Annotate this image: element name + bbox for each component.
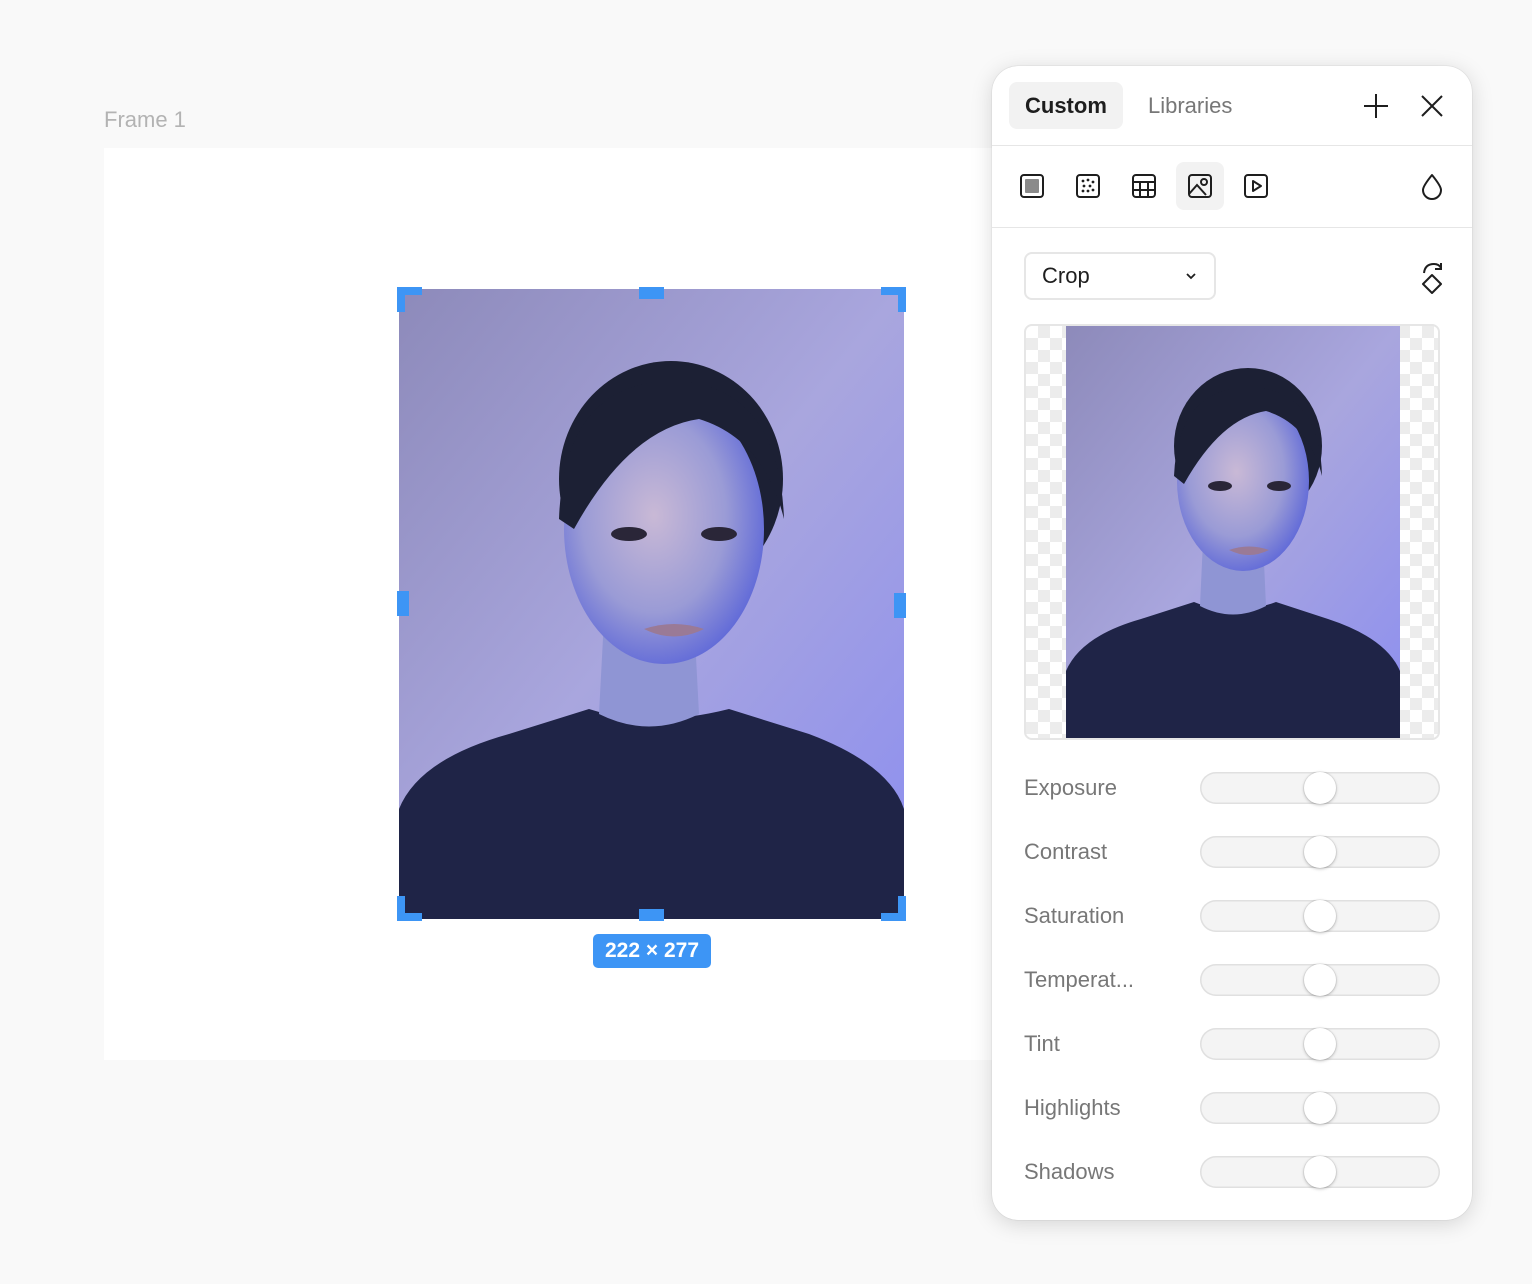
adjustment-slider[interactable]: [1200, 836, 1440, 868]
adjustment-label: Saturation: [1024, 903, 1125, 928]
noise-fill-icon[interactable]: [1064, 162, 1112, 210]
resize-handle-top-left[interactable]: [397, 287, 422, 312]
adjustment-label: Tint: [1024, 1031, 1060, 1056]
adjustment-slider[interactable]: [1200, 1156, 1440, 1188]
adjustment-row: Contrast: [1024, 836, 1440, 900]
adjustment-row: Exposure: [1024, 772, 1440, 836]
slider-handle[interactable]: [1304, 1092, 1336, 1124]
resize-handle-bottom-left[interactable]: [397, 896, 422, 921]
pattern-fill-icon[interactable]: [1120, 162, 1168, 210]
adjustment-slider[interactable]: [1200, 772, 1440, 804]
fill-type-toolbar: [992, 146, 1472, 228]
slider-handle[interactable]: [1304, 1028, 1336, 1060]
adjustment-label: Exposure: [1024, 775, 1117, 800]
frame-label[interactable]: Frame 1: [104, 107, 186, 133]
preview-image: [1066, 326, 1400, 738]
adjustment-slider[interactable]: [1200, 1028, 1440, 1060]
rotate-icon[interactable]: [1417, 260, 1447, 294]
slider-handle[interactable]: [1304, 836, 1336, 868]
resize-handle-top-right[interactable]: [881, 287, 906, 312]
adjustment-slider[interactable]: [1200, 964, 1440, 996]
drop-icon[interactable]: [1408, 162, 1456, 210]
adjustments-list: Exposure Contrast Saturation Temperat... Tin…: [1024, 772, 1440, 1220]
adjustment-label: Contrast: [1024, 839, 1108, 864]
video-fill-icon[interactable]: [1232, 162, 1280, 210]
plus-icon[interactable]: [1361, 91, 1391, 121]
adjustment-label: Highlights: [1024, 1095, 1121, 1120]
adjustment-row: Saturation: [1024, 900, 1440, 964]
fill-panel: Custom Libraries Crop Exposure Contrast …: [992, 66, 1472, 1220]
solid-fill-icon[interactable]: [1008, 162, 1056, 210]
image-preview[interactable]: [1024, 324, 1440, 740]
tab-libraries[interactable]: Libraries: [1132, 82, 1248, 129]
resize-handle-left[interactable]: [397, 591, 409, 616]
resize-handle-bottom-right[interactable]: [881, 896, 906, 921]
tab-custom[interactable]: Custom: [1009, 82, 1123, 129]
panel-header: Custom Libraries: [992, 66, 1472, 146]
image-mode-value: Crop: [1042, 263, 1090, 288]
adjustment-row: Tint: [1024, 1028, 1440, 1092]
size-badge: 222 × 277: [593, 934, 711, 968]
resize-handle-right[interactable]: [894, 593, 906, 618]
adjustment-row: Temperat...: [1024, 964, 1440, 1028]
adjustment-slider[interactable]: [1200, 900, 1440, 932]
resize-handle-top[interactable]: [639, 287, 664, 299]
slider-handle[interactable]: [1304, 964, 1336, 996]
adjustment-row: Highlights: [1024, 1092, 1440, 1156]
slider-handle[interactable]: [1304, 1156, 1336, 1188]
portrait-image: [399, 289, 904, 919]
chevron-down-icon: [1186, 273, 1196, 280]
adjustment-label: Temperat...: [1024, 967, 1135, 992]
adjustment-label: Shadows: [1024, 1159, 1115, 1184]
slider-handle[interactable]: [1304, 900, 1336, 932]
slider-handle[interactable]: [1304, 772, 1336, 804]
resize-handle-bottom[interactable]: [639, 909, 664, 921]
close-icon[interactable]: [1417, 91, 1447, 121]
selected-image[interactable]: [399, 289, 904, 919]
adjustment-row: Shadows: [1024, 1156, 1440, 1220]
adjustment-slider[interactable]: [1200, 1092, 1440, 1124]
image-fill-icon[interactable]: [1176, 162, 1224, 210]
image-mode-select[interactable]: Crop: [1024, 252, 1216, 300]
